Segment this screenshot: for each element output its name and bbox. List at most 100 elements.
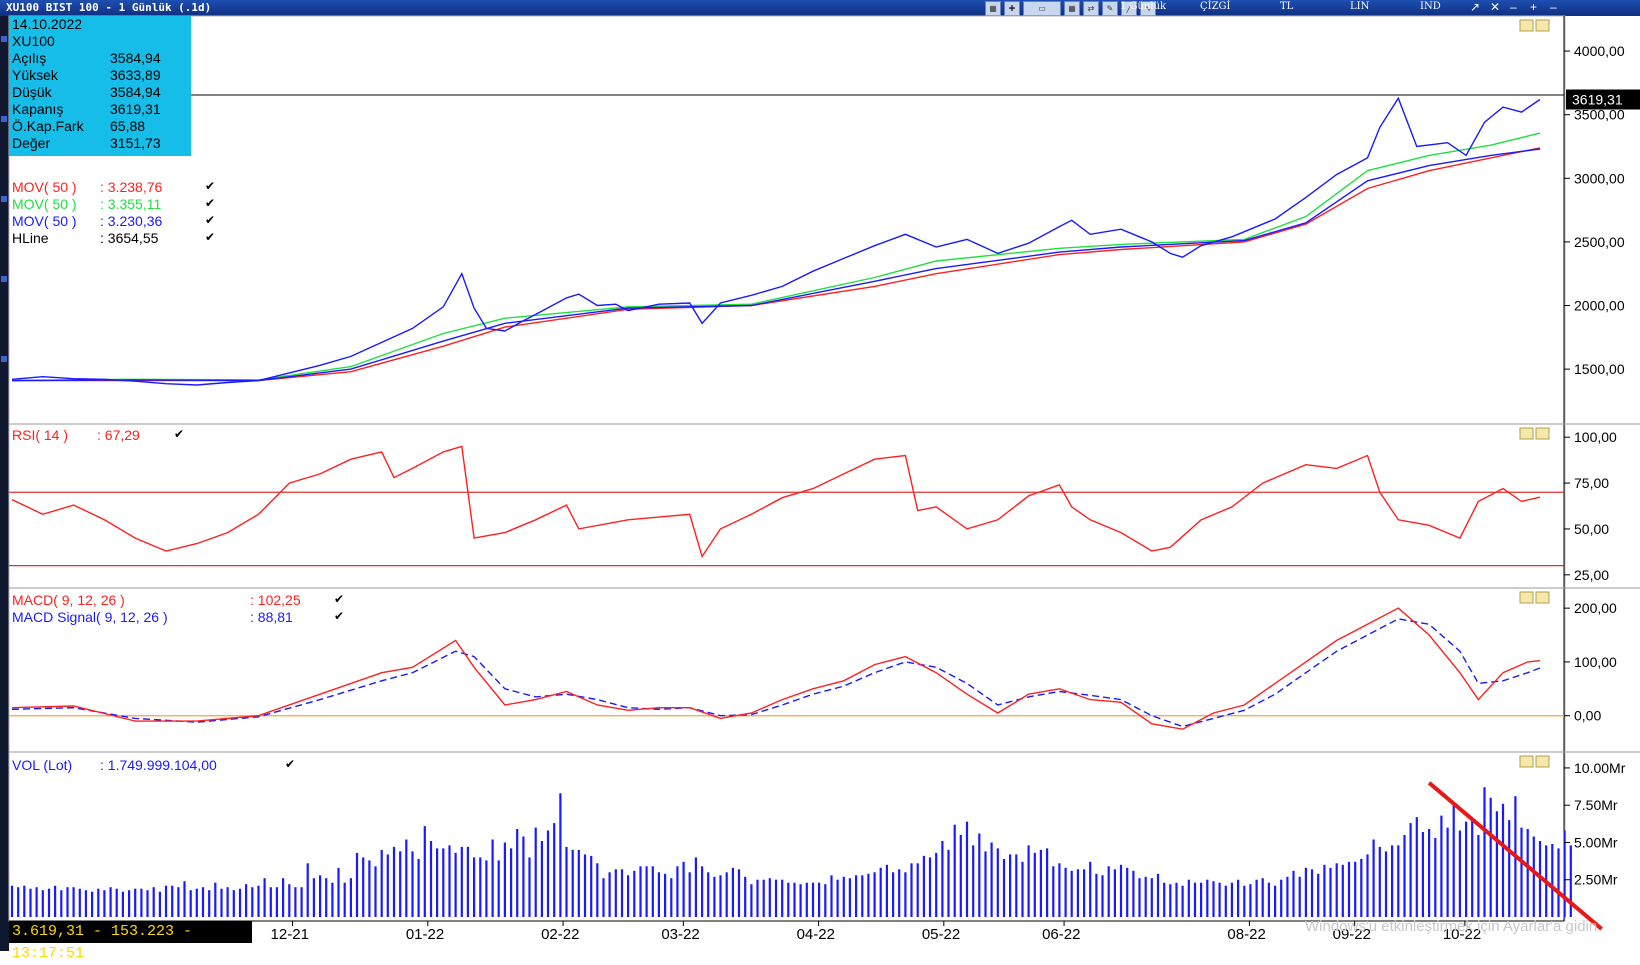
legend-value: : 3.230,36 [100,213,163,229]
axis-label: 5.00Mr [1574,834,1618,850]
check-icon[interactable]: ✔ [205,230,215,244]
legend-label: MACD Signal( 9, 12, 26 ) [12,609,168,625]
legend-value: : 88,81 [250,609,293,625]
axis-label: 50,00 [1574,521,1609,537]
panel-settings-button[interactable] [1519,755,1534,768]
axis-label: 25,00 [1574,567,1609,583]
axis-label: 2.50Mr [1574,872,1618,888]
price-line [11,96,1541,386]
legend-value: : 3.238,76 [100,179,163,195]
info-row: Kapanış 3619,31 [12,101,161,118]
x-axis-labels: 11-2112-2101-2202-2203-2204-2205-2206-22… [130,921,1481,943]
macd-line [11,607,1541,730]
legend-macd[interactable]: MACD( 9, 12, 26 ) : 102,25 ✔ [12,592,344,608]
axis-label: 200,00 [1574,600,1617,616]
volume-panel [10,781,1603,931]
chart-frame [8,15,1566,922]
info-value: 3151,73 [110,135,161,151]
ohlc-info-box: 14.10.2022 XU100 Açılış 3584,94 Yüksek 363… [9,16,191,156]
x-axis-label: 01-22 [406,926,444,943]
rsi-line [11,445,1541,559]
axis-label: 3000,00 [1574,170,1625,186]
info-value: 3619,31 [110,101,161,117]
legend-label: MOV( 50 ) [12,196,77,212]
legend-hline[interactable]: HLine : 3654,55 ✔ [12,230,215,246]
axis-labels: 4000,003500,003000,002500,002000,001500,… [1564,43,1640,888]
macd-panel [9,607,1564,730]
info-value: 3584,94 [110,84,161,100]
legend-volume[interactable]: VOL (Lot): 1.749.999.104,00 ✔ [12,757,295,773]
chart-area[interactable]: 4000,003500,003000,002500,002000,001500,… [0,0,1640,951]
info-label: Değer [12,135,51,151]
check-icon[interactable]: ✔ [285,757,295,771]
info-label: Açılış [12,50,47,66]
axis-label: 2000,00 [1574,298,1625,314]
axis-label: 4000,00 [1574,43,1625,59]
panel-settings-button[interactable] [1519,427,1534,440]
x-axis-label: 04-22 [797,926,835,943]
panel-frames [8,15,1640,922]
info-value: 65,88 [110,118,146,134]
legend-macd-signal[interactable]: MACD Signal( 9, 12, 26 ) : 88,81 ✔ [12,609,344,625]
info-label: Kapanış [12,101,64,117]
moving-average-line [11,148,1541,382]
check-icon[interactable]: ✔ [174,427,184,441]
panel-buttons [1519,19,1550,768]
check-icon[interactable]: ✔ [205,179,215,193]
legend-mov-blue[interactable]: MOV( 50 ) : 3.230,36 ✔ [12,213,215,229]
current-price-label: 3619,31 [1572,92,1623,108]
info-value: 3584,94 [110,50,161,66]
legend-label: MOV( 50 ) [12,179,77,195]
info-row: Açılış 3584,94 [12,50,161,67]
activation-watermark: Windows'u etkinleştirmek için Ayarlar'a … [1305,918,1598,935]
x-axis-label: 05-22 [922,926,960,943]
legend-value: : 102,25 [250,592,301,608]
legend-mov-red[interactable]: MOV( 50 ) : 3.238,76 ✔ [12,179,215,195]
legend-value: : 3.355,11 [100,196,162,212]
check-icon[interactable]: ✔ [205,213,215,227]
axis-label: 1500,00 [1574,361,1625,377]
price-panel [9,94,1564,386]
panel-close-button[interactable] [1535,591,1550,604]
info-value: 3633,89 [110,67,161,83]
check-icon[interactable]: ✔ [205,196,215,210]
x-axis-label: 02-22 [541,926,579,943]
panel-settings-button[interactable] [1519,591,1534,604]
panel-close-button[interactable] [1535,19,1550,32]
legend-value: : 67,29 [97,427,140,443]
info-row: Düşük 3584,94 [12,84,161,101]
x-axis-label: 12-21 [271,926,309,943]
info-label: Yüksek [12,67,58,83]
axis-label: 75,00 [1574,475,1609,491]
panel-close-button[interactable] [1535,427,1550,440]
x-axis-label: 06-22 [1042,926,1080,943]
x-axis-label: 03-22 [661,926,699,943]
legend-label: HLine [12,230,49,246]
legend-value: : 3654,55 [100,230,159,246]
info-row: Ö.Kap.Fark 65,88 [12,118,145,135]
axis-label: 2500,00 [1574,234,1625,250]
legend-label: MACD( 9, 12, 26 ) [12,592,125,608]
panel-settings-button[interactable] [1519,19,1534,32]
info-date: 14.10.2022 [12,16,83,32]
info-label: Düşük [12,84,52,100]
legend-rsi[interactable]: RSI( 14 ) : 67,29 ✔ [12,427,184,443]
info-label: Ö.Kap.Fark [12,118,84,134]
legend-label: RSI( 14 ) [12,427,69,443]
check-icon[interactable]: ✔ [334,609,344,623]
info-row: Değer 3151,73 [12,135,161,152]
info-symbol: XU100 [12,33,55,49]
axis-label: 0,00 [1574,708,1601,724]
legend-label: VOL (Lot) [12,757,73,773]
legend-label: MOV( 50 ) [12,213,77,229]
axis-label: 10.00Mr [1574,760,1626,776]
panel-close-button[interactable] [1535,755,1550,768]
legend-mov-green[interactable]: MOV( 50 ) : 3.355,11 ✔ [12,196,215,212]
axis-label: 100,00 [1574,654,1617,670]
check-icon[interactable]: ✔ [334,592,344,606]
moving-average-line [11,132,1541,382]
axis-label: 100,00 [1574,429,1617,445]
rsi-panel [9,445,1564,567]
macd-signal-line [11,618,1541,728]
moving-average-line [12,147,1541,382]
